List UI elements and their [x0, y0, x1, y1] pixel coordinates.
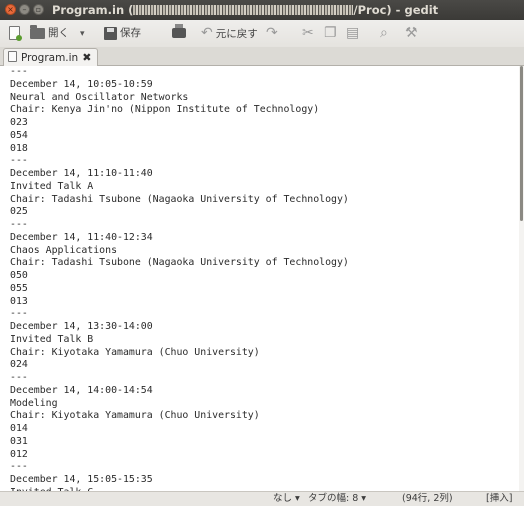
cursor-position: (94行, 2列) [402, 493, 453, 504]
editor-line: 023 [10, 117, 28, 128]
paste-icon: ▤ [346, 25, 360, 41]
editor-line: 054 [10, 129, 28, 141]
document-icon [8, 51, 17, 62]
scrollbar-thumb[interactable] [520, 66, 523, 221]
toolbar: 開く ▾ 保存 ↶ 元に戻す ↷ ✂ ❐ ▤ ⌕ ⚒ [0, 20, 524, 47]
open-label: 開く [48, 27, 69, 39]
window-title: Program.in ( /Proc) - gedit [52, 0, 438, 20]
undo-icon: ↶ [201, 25, 213, 41]
gedit-window: × – ▫ Program.in ( /Proc) - gedit 開く ▾ 保存… [0, 0, 524, 506]
editor-line: December 14, 13:30-14:00 [10, 321, 153, 332]
editor-line: --- [10, 219, 28, 230]
editor-line: 025 [10, 206, 28, 218]
editor-line: --- [10, 155, 28, 167]
editor-line: 055 [10, 282, 28, 294]
tab-program-in[interactable]: Program.in ✖ [3, 48, 99, 66]
tab-width-selector[interactable]: タブの幅: 8 ▾ [308, 492, 366, 506]
paste-button[interactable]: ▤ [346, 24, 359, 43]
editor-line: Chair: Kiyotaka Yamamura (Chuo Universit… [10, 346, 260, 358]
editor-line: Neural and Oscillator Networks [10, 91, 189, 103]
editor-line: --- [10, 66, 28, 77]
editor-line: December 14, 10:05-10:59 [10, 78, 153, 90]
tab-bar: Program.in ✖ [0, 47, 524, 66]
window-title-prefix: Program.in ( [52, 3, 134, 17]
editor-line: Chair: Tadashi Tsubone (Nagaoka Universi… [10, 257, 349, 269]
editor-line: --- [10, 461, 28, 473]
chevron-down-icon: ▾ [80, 29, 85, 39]
print-icon [172, 24, 186, 38]
editor-line: 050 [10, 270, 28, 281]
editor-line: December 14, 15:05-15:35 [10, 474, 153, 485]
editor-line: Modeling [10, 397, 58, 409]
close-window-button[interactable]: × [5, 4, 16, 15]
open-recent-dropdown[interactable]: ▾ [80, 24, 85, 43]
status-bar: なし ▾ タブの幅: 8 ▾ (94行, 2列) [挿入] [0, 491, 524, 506]
cut-button[interactable]: ✂ [302, 24, 314, 43]
minimize-window-button[interactable]: – [19, 4, 30, 15]
insert-mode: [挿入] [486, 493, 513, 504]
replace-icon: ⚒ [405, 25, 418, 41]
undo-label: 元に戻す [215, 28, 258, 40]
window-title-suffix: /Proc) - gedit [353, 3, 439, 17]
copy-button[interactable]: ❐ [324, 24, 337, 43]
undo-button[interactable]: ↶ 元に戻す [201, 24, 258, 43]
find-button[interactable]: ⌕ [380, 24, 388, 43]
save-button[interactable]: 保存 [104, 24, 141, 43]
copy-icon: ❐ [324, 25, 337, 41]
tab-label: Program.in [21, 52, 79, 64]
redacted-path [133, 5, 354, 15]
editor-line: 012 [10, 448, 28, 460]
language-selector[interactable]: なし ▾ [273, 492, 300, 506]
cut-icon: ✂ [302, 25, 314, 41]
save-label: 保存 [120, 27, 141, 39]
editor-line: Invited Talk A [10, 180, 94, 192]
editor-line: --- [10, 372, 28, 383]
editor-line: December 14, 11:10-11:40 [10, 168, 153, 179]
editor-line: Chaos Applications [10, 244, 118, 256]
search-icon: ⌕ [380, 25, 388, 41]
editor-line: December 14, 11:40-12:34 [10, 231, 153, 243]
redo-button[interactable]: ↷ [266, 24, 278, 43]
redo-icon: ↷ [266, 25, 278, 41]
close-tab-icon[interactable]: ✖ [82, 51, 91, 64]
text-editor[interactable]: --- December 14, 10:05-10:59 Neural and Os… [0, 66, 519, 491]
editor-line: 014 [10, 423, 28, 434]
save-icon [104, 26, 117, 40]
replace-button[interactable]: ⚒ [405, 24, 418, 43]
new-document-button[interactable] [9, 24, 22, 43]
editor-line: December 14, 14:00-14:54 [10, 384, 153, 396]
editor-line: 013 [10, 295, 28, 307]
maximize-window-button[interactable]: ▫ [33, 4, 44, 15]
editor-line: Chair: Kenya Jin'no (Nippon Institute of… [10, 104, 320, 116]
editor-line: Invited Talk B [10, 333, 94, 345]
folder-icon [30, 24, 45, 39]
new-document-icon [9, 26, 22, 41]
editor-line: --- [10, 308, 28, 320]
editor-line: Chair: Tadashi Tsubone (Nagaoka Universi… [10, 193, 349, 205]
title-bar: × – ▫ Program.in ( /Proc) - gedit [0, 0, 524, 20]
editor-line: 024 [10, 359, 28, 371]
editor-line: 018 [10, 142, 28, 154]
open-button[interactable]: 開く [30, 24, 69, 43]
editor-line: Chair: Kiyotaka Yamamura (Chuo Universit… [10, 410, 260, 422]
editor-line: 031 [10, 435, 28, 447]
print-button[interactable] [172, 24, 186, 43]
